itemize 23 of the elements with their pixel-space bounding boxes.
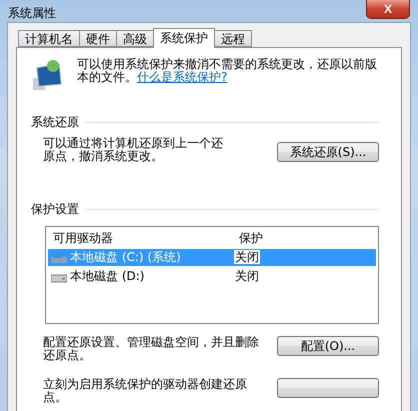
protection-status: 关闭 — [234, 250, 260, 264]
tab[interactable]: 硬件 — [79, 30, 117, 47]
section-heading: 系统还原 — [31, 114, 79, 131]
tab[interactable]: 高级 — [116, 30, 154, 47]
tab[interactable]: 远程 — [214, 30, 252, 47]
tab[interactable]: 系统保护 — [153, 28, 215, 48]
drive-item[interactable]: 本地磁盘 (D:) — [48, 268, 234, 285]
help-link[interactable]: 什么是系统保护? — [137, 70, 228, 84]
column-header: 保护 — [238, 230, 264, 247]
restore-description: 可以通过将计算机还原到上一个还原点，撤消系统更改。 — [43, 137, 223, 163]
system-restore-button[interactable]: 系统还原(S)... — [277, 142, 379, 162]
column-header: 可用驱动器 — [52, 230, 114, 247]
configure-description: 配置还原设置、管理磁盘空间，并且删除还原点。 — [43, 336, 260, 362]
window-title: 系统属性 — [8, 5, 56, 22]
system-drive-icon — [51, 252, 67, 264]
intro-text: 可以使用系统保护来撤消不需要的系统更改，还原以前版本的文件。什么是系统保护? — [77, 58, 378, 84]
configure-button[interactable]: 配置(O)... — [277, 336, 379, 356]
protection-status: 关闭 — [234, 269, 260, 283]
create-description: 立刻为启用系统保护的驱动器创建还原点。 — [43, 378, 248, 404]
create-button[interactable] — [277, 378, 379, 398]
close-button[interactable]: X — [366, 0, 410, 19]
section-heading: 保护设置 — [31, 201, 79, 218]
tab[interactable]: 计算机名 — [18, 30, 80, 47]
